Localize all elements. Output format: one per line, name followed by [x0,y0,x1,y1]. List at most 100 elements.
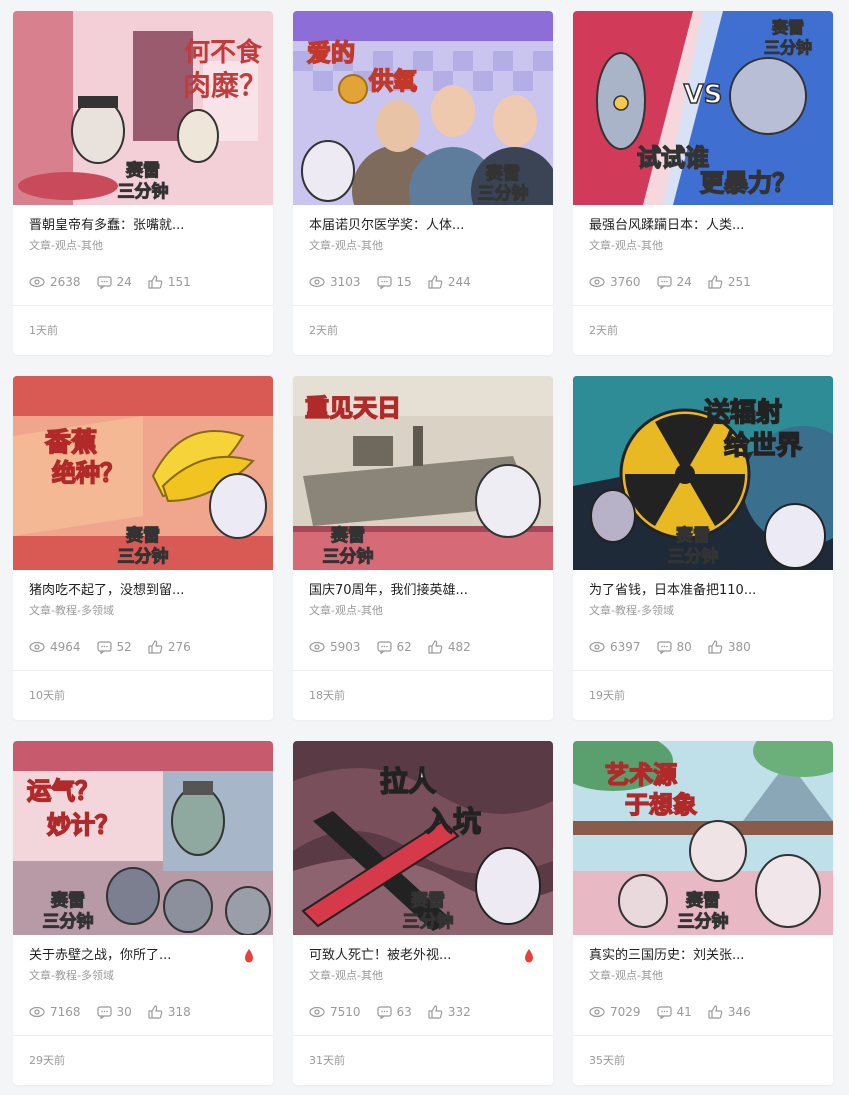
card-thumbnail[interactable]: 运气？ 妙计？ 赛雷 三分钟 [13,741,273,935]
card-timestamp: 10天前 [13,670,273,720]
thumb-up-icon [148,1005,163,1019]
card-timestamp: 1天前 [13,305,273,355]
article-card[interactable]: 爱的 供氧 赛雷 三分钟 本届诺贝尔医学奖：人体... 文章-观点-其他 310… [293,11,553,355]
brand-stamp-line1: 赛雷 [330,525,365,546]
article-grid: 何不食 肉糜？ 赛雷 三分钟 晋朝皇帝有多蠢：张嘴就... 文章-观点-其他 2… [0,0,849,1095]
article-card[interactable]: 何不食 肉糜？ 赛雷 三分钟 晋朝皇帝有多蠢：张嘴就... 文章-观点-其他 2… [13,11,273,355]
article-card[interactable]: 香蕉 绝种？ 赛雷 三分钟 猪肉吃不起了，没想到留... 文章-教程-多领域 4… [13,376,273,720]
brand-stamp-line1: 赛雷 [50,890,85,911]
like-count-value: 332 [447,1005,471,1019]
brand-stamp-line1: 赛雷 [685,890,720,911]
brand-stamp-line2: 三分钟 [118,546,169,567]
card-title[interactable]: 猪肉吃不起了，没想到留... [29,582,257,600]
like-count: 276 [148,640,191,654]
view-count-value: 3760 [610,275,641,289]
thumb-caption: 入坑 [425,805,481,838]
card-title[interactable]: 晋朝皇帝有多蠢：张嘴就... [29,217,257,235]
eye-icon [29,276,45,288]
card-thumbnail[interactable]: VS 试试谁 更暴力？ 赛雷 三分钟 [573,11,833,205]
brand-stamp-line2: 三分钟 [43,911,94,932]
thumb-caption: 何不食 [184,37,263,68]
view-count-value: 7029 [610,1005,641,1019]
card-title[interactable]: 真实的三国历史：刘关张... [589,947,817,965]
brand-stamp-line1: 赛雷 [125,525,160,546]
article-card[interactable]: 拉人 入坑 赛雷 三分钟 可致人死亡！被老外视... 文章-观点-其他 7510… [293,741,553,1085]
card-category: 文章-观点-其他 [309,239,383,252]
thumbnail-illustration: 送辐射 给世界 赛雷 三分钟 [573,376,833,570]
comment-count-value: 30 [116,1005,132,1019]
like-count-value: 482 [447,640,471,654]
card-category: 文章-教程-多领域 [589,604,674,617]
thumb-up-icon [708,1005,723,1019]
view-count: 4964 [29,640,81,654]
card-thumbnail[interactable]: 重见天日 赛雷 三分钟 [293,376,553,570]
thumbnail-illustration: VS 试试谁 更暴力？ 赛雷 三分钟 [573,11,833,205]
flame-icon [525,949,533,963]
eye-icon [589,1006,605,1018]
card-thumbnail[interactable]: 香蕉 绝种？ 赛雷 三分钟 [13,376,273,570]
card-timestamp: 18天前 [293,670,553,720]
view-count: 7029 [589,1005,641,1019]
card-title[interactable]: 关于赤壁之战，你所了... [29,947,257,965]
card-category: 文章-教程-多领域 [29,969,114,982]
thumb-caption: 艺术源 [605,761,677,789]
brand-stamp-line1: 赛雷 [125,160,160,181]
eye-icon [589,276,605,288]
comment-count: 80 [656,640,692,654]
thumb-up-icon [428,1005,443,1019]
brand-stamp-line1: 赛雷 [771,18,804,37]
comment-icon [656,640,672,654]
like-count-value: 244 [447,275,471,289]
view-count: 5903 [309,640,361,654]
card-thumbnail[interactable]: 艺术源 于想象 赛雷 三分钟 [573,741,833,935]
card-thumbnail[interactable]: 送辐射 给世界 赛雷 三分钟 [573,376,833,570]
view-count-value: 7168 [50,1005,81,1019]
card-title[interactable]: 最强台风蹂躏日本：人类... [589,217,817,235]
card-title[interactable]: 国庆70周年，我们接英雄... [309,582,537,600]
view-count: 6397 [589,640,641,654]
card-stats: 6397 80 380 [589,639,817,655]
card-category: 文章-观点-其他 [29,239,103,252]
view-count: 7168 [29,1005,81,1019]
comment-count: 52 [96,640,132,654]
card-title[interactable]: 可致人死亡！被老外视... [309,947,537,965]
article-card[interactable]: 艺术源 于想象 赛雷 三分钟 真实的三国历史：刘关张... 文章-观点-其他 7… [573,741,833,1085]
thumb-up-icon [708,640,723,654]
card-title[interactable]: 为了省钱，日本准备把110... [589,582,817,600]
thumb-caption: 绝种？ [52,459,124,487]
thumb-caption: 肉糜？ [183,69,267,102]
brand-stamp-line2: 三分钟 [118,181,169,202]
thumbnail-illustration: 重见天日 赛雷 三分钟 [293,376,553,570]
view-count-value: 3103 [330,275,361,289]
card-stats: 5903 62 482 [309,639,537,655]
view-count: 3103 [309,275,361,289]
comment-count-value: 41 [676,1005,692,1019]
article-card[interactable]: 运气？ 妙计？ 赛雷 三分钟 关于赤壁之战，你所了... 文章-教程-多领域 7… [13,741,273,1085]
article-card[interactable]: 重见天日 赛雷 三分钟 国庆70周年，我们接英雄... 文章-观点-其他 590… [293,376,553,720]
eye-icon [29,641,45,653]
brand-stamp-line1: 赛雷 [410,890,445,911]
card-title[interactable]: 本届诺贝尔医学奖：人体... [309,217,537,235]
comment-count: 62 [376,640,412,654]
thumb-caption: 试试谁 [637,144,709,172]
card-thumbnail[interactable]: 爱的 供氧 赛雷 三分钟 [293,11,553,205]
thumb-caption: 重见天日 [305,394,401,422]
like-count: 332 [428,1005,471,1019]
article-card[interactable]: 送辐射 给世界 赛雷 三分钟 为了省钱，日本准备把110... 文章-教程-多领… [573,376,833,720]
view-count: 2638 [29,275,81,289]
eye-icon [589,641,605,653]
article-card[interactable]: VS 试试谁 更暴力？ 赛雷 三分钟 最强台风蹂躏日本：人类... 文章-观点-… [573,11,833,355]
card-category: 文章-观点-其他 [309,604,383,617]
thumbnail-illustration: 爱的 供氧 赛雷 三分钟 [293,11,553,205]
comment-count-value: 63 [396,1005,412,1019]
comment-icon [656,1005,672,1019]
card-timestamp: 29天前 [13,1035,273,1085]
card-thumbnail[interactable]: 何不食 肉糜？ 赛雷 三分钟 [13,11,273,205]
like-count: 318 [148,1005,191,1019]
brand-stamp-line2: 三分钟 [478,183,529,204]
card-thumbnail[interactable]: 拉人 入坑 赛雷 三分钟 [293,741,553,935]
thumb-caption: 妙计？ [47,811,119,839]
like-count: 482 [428,640,471,654]
comment-count: 41 [656,1005,692,1019]
brand-stamp-line2: 三分钟 [403,911,454,932]
